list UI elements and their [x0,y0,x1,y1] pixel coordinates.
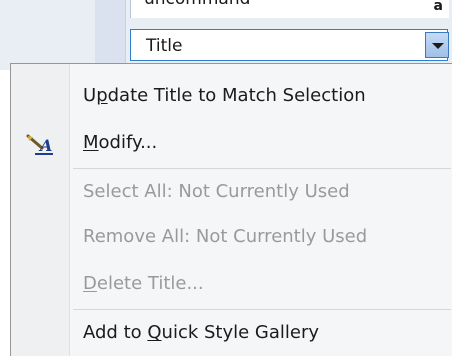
menu-item-label: Select All: Not Currently Used [83,181,350,202]
menu-item-remove-all: Remove All: Not Currently Used [11,217,452,257]
style-type-indicator: a [433,0,443,14]
menu-item-label: Remove All: Not Currently Used [83,226,368,247]
style-dropdown-button[interactable] [425,32,449,58]
styles-pane-gutter [95,0,126,70]
menu-separator [73,309,451,310]
style-list-item[interactable]: uncommand a [130,0,449,18]
menu-item-add-to-quick-style-gallery[interactable]: Add to Quick Style Gallery [11,313,452,353]
menu-item-label: Update Title to Match Selection [83,85,366,106]
menu-item-label: Modify... [83,132,158,153]
menu-item-modify[interactable]: A Modify... [11,123,452,163]
style-name: Title [146,36,183,56]
style-context-menu: Update Title to Match Selection A Modify… [10,63,452,356]
style-name: uncommand [144,0,250,9]
menu-item-select-all: Select All: Not Currently Used [11,172,452,212]
menu-item-update-title[interactable]: Update Title to Match Selection [11,76,452,116]
menu-separator [73,168,451,169]
style-list-item-selected[interactable]: Title [130,29,449,61]
menu-item-label: Delete Title... [83,273,204,294]
menu-item-label: Add to Quick Style Gallery [83,322,320,343]
menu-item-delete-title: Delete Title... [11,264,452,304]
svg-text:A: A [38,136,52,155]
modify-style-icon: A [26,134,53,155]
chevron-down-icon [432,43,444,49]
